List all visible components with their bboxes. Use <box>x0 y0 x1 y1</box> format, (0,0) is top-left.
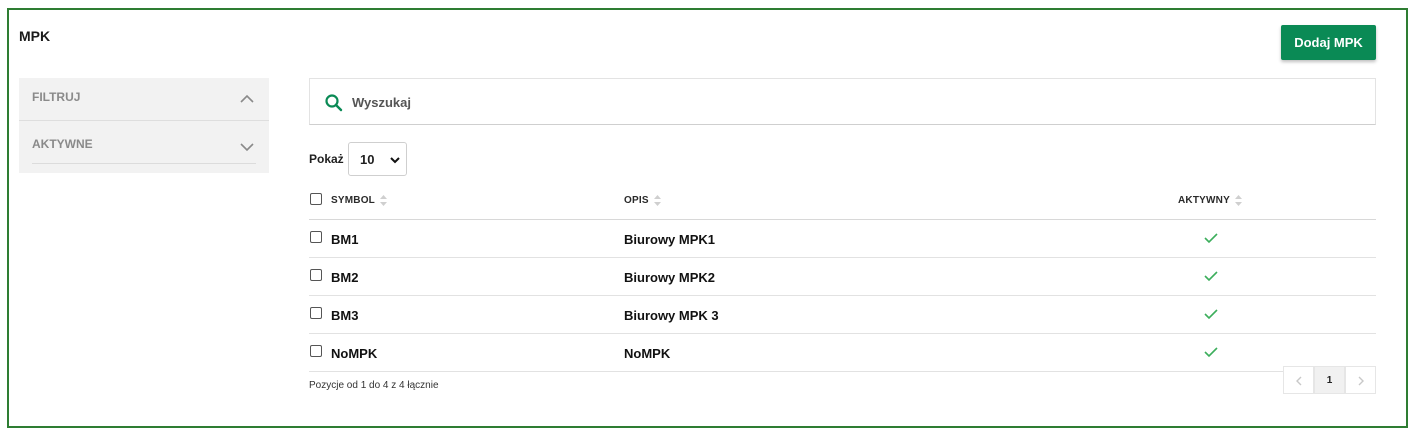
search-box <box>309 78 1376 125</box>
page-1-button[interactable]: 1 <box>1314 366 1345 394</box>
chevron-down-icon[interactable] <box>239 139 255 155</box>
next-page-button[interactable] <box>1345 366 1376 394</box>
chevron-up-icon[interactable] <box>239 91 255 107</box>
select-all-checkbox[interactable] <box>310 193 322 205</box>
search-input[interactable] <box>352 89 1352 115</box>
divider <box>32 163 256 164</box>
cell-opis: Biurowy MPK 3 <box>624 308 719 323</box>
check-icon <box>1204 233 1218 244</box>
check-icon <box>1204 347 1218 358</box>
column-label: AKTYWNY <box>1178 195 1230 207</box>
row-checkbox[interactable] <box>310 307 322 319</box>
chevron-down-icon <box>390 157 400 164</box>
column-header-symbol[interactable]: SYMBOL <box>331 195 387 206</box>
cell-opis: Biurowy MPK1 <box>624 232 716 247</box>
table-row[interactable]: BM3 Biurowy MPK 3 <box>309 296 1376 334</box>
sort-icon[interactable] <box>379 195 387 206</box>
page-size-label: Pokaż <box>309 152 344 166</box>
table-row[interactable]: NoMPK NoMPK <box>309 334 1376 372</box>
chevron-right-icon <box>1358 376 1364 386</box>
column-label: SYMBOL <box>331 195 375 207</box>
row-checkbox[interactable] <box>310 345 322 357</box>
row-checkbox[interactable] <box>310 231 322 243</box>
table-row[interactable]: BM1 Biurowy MPK1 <box>309 220 1376 258</box>
filter-header[interactable]: FILTRUJ <box>19 78 269 121</box>
prev-page-button[interactable] <box>1283 366 1314 394</box>
filter-header-label: FILTRUJ <box>32 90 81 104</box>
column-header-aktywny[interactable]: AKTYWNY <box>1178 195 1242 206</box>
cell-symbol: NoMPK <box>331 346 378 361</box>
filter-item-aktywne[interactable]: AKTYWNE <box>19 122 269 168</box>
filter-panel: FILTRUJ AKTYWNE <box>19 78 269 173</box>
table-row[interactable]: BM2 Biurowy MPK2 <box>309 258 1376 296</box>
cell-symbol: BM2 <box>331 270 359 285</box>
page-number: 1 <box>1326 375 1333 386</box>
cell-opis: Biurowy MPK2 <box>624 270 716 285</box>
chevron-left-icon <box>1296 376 1302 386</box>
sort-icon[interactable] <box>1234 195 1242 206</box>
check-icon <box>1204 271 1218 282</box>
pagination-summary: Pozycje od 1 do 4 z 4 łącznie <box>309 380 439 391</box>
page-size-value: 10 <box>360 152 375 167</box>
cell-opis: NoMPK <box>624 346 671 361</box>
check-icon <box>1204 309 1218 320</box>
add-mpk-button[interactable]: Dodaj MPK <box>1281 25 1376 60</box>
search-icon <box>325 94 343 112</box>
table-header: SYMBOL OPIS AKTYWNY <box>309 181 1376 220</box>
column-label: OPIS <box>624 195 649 207</box>
filter-item-label: AKTYWNE <box>32 137 93 151</box>
page-size-select[interactable]: 10 <box>348 142 407 176</box>
sort-icon[interactable] <box>653 195 661 206</box>
cell-symbol: BM3 <box>331 308 359 323</box>
cell-symbol: BM1 <box>331 232 359 247</box>
column-header-opis[interactable]: OPIS <box>624 195 661 206</box>
row-checkbox[interactable] <box>310 269 322 281</box>
page-title: MPK <box>19 28 51 44</box>
